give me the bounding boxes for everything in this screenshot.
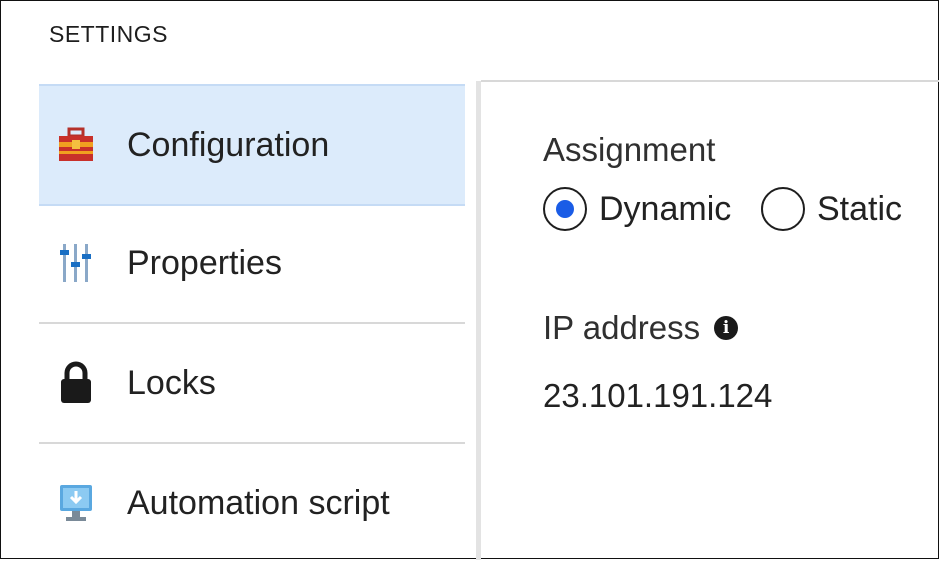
- toolbox-icon: [57, 125, 95, 165]
- monitor-download-icon: [57, 483, 95, 523]
- lock-icon: [57, 361, 95, 403]
- configuration-content: Assignment Dynamic Static IP address i 2…: [543, 131, 902, 414]
- settings-header: SETTINGS: [49, 21, 169, 47]
- assignment-label: Assignment: [543, 131, 716, 168]
- sidebar-item-label: Configuration: [127, 125, 330, 164]
- divider: [481, 80, 939, 82]
- radio-dynamic-label[interactable]: Dynamic: [599, 190, 731, 229]
- radio-static-label[interactable]: Static: [817, 190, 902, 229]
- assignment-radio-group: Dynamic Static: [543, 187, 939, 247]
- radio-static[interactable]: Static: [761, 187, 902, 231]
- sidebar-item-label: Automation script: [127, 483, 390, 522]
- radio-dynamic-circle[interactable]: [543, 187, 587, 231]
- sidebar: Configuration Properties Locks Automatio…: [39, 84, 465, 560]
- info-icon[interactable]: i: [714, 316, 739, 340]
- sidebar-item-properties[interactable]: Properties: [39, 204, 465, 324]
- sidebar-item-label: Locks: [127, 363, 216, 402]
- pane-divider[interactable]: [476, 81, 481, 560]
- ip-address-label-row: IP address i: [543, 309, 739, 347]
- sidebar-item-locks[interactable]: Locks: [39, 324, 465, 444]
- sliders-icon: [57, 243, 95, 283]
- sidebar-item-configuration[interactable]: Configuration: [39, 84, 465, 206]
- radio-selected-dot: [556, 200, 574, 218]
- sidebar-item-automation-script[interactable]: Automation script: [39, 444, 465, 562]
- sidebar-item-label: Properties: [127, 243, 282, 282]
- radio-dynamic[interactable]: Dynamic: [543, 187, 731, 231]
- radio-static-circle[interactable]: [761, 187, 805, 231]
- settings-panel: SETTINGS Configuration Properties Locks …: [0, 0, 939, 560]
- ip-address-label: IP address: [543, 309, 701, 346]
- ip-address-value: 23.101.191.124: [543, 377, 773, 414]
